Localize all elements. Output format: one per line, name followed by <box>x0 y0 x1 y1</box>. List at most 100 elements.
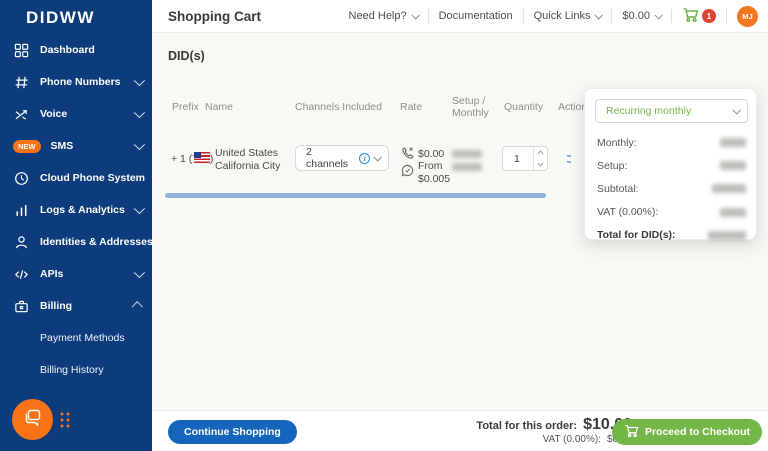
phone-system-icon <box>13 170 30 187</box>
sidebar-item-billing-history[interactable]: Billing History <box>0 354 152 386</box>
subtotal-amount-redacted <box>712 184 746 193</box>
billing-period-select[interactable]: Recurring monthly <box>595 99 748 123</box>
chat-bubbles-icon <box>23 407 43 432</box>
sidebar-item-sms[interactable]: NEW SMS <box>0 130 152 162</box>
sidebar-item-voice[interactable]: Voice <box>0 98 152 130</box>
checkout-label: Proceed to Checkout <box>645 426 750 438</box>
balance-value: $0.00 <box>622 10 650 22</box>
billing-period-value: Recurring monthly <box>606 105 691 117</box>
summary-rows: Monthly: Setup: Subtotal: VAT (0.00%): T… <box>585 131 758 247</box>
hash-icon <box>13 74 30 91</box>
sidebar-item-cloud-phone-system[interactable]: Cloud Phone System <box>0 162 152 194</box>
chat-drag-handle[interactable] <box>59 411 71 429</box>
shopping-cart-page: DIDWW Dashboard Phone Numbers Voice <box>0 0 768 451</box>
info-icon[interactable]: i <box>359 153 370 164</box>
channels-select[interactable]: 2 channels i <box>295 145 389 171</box>
divider <box>428 9 429 23</box>
balance-menu[interactable]: $0.00 <box>622 10 661 22</box>
vat-amount-redacted <box>720 208 746 217</box>
did-country: United States <box>215 147 280 160</box>
actions-partial-icon[interactable] <box>565 153 573 171</box>
sidebar-item-label: SMS <box>51 140 74 152</box>
continue-shopping-button[interactable]: Continue Shopping <box>168 420 297 444</box>
setup-value-redacted <box>452 150 482 158</box>
setup-label: Setup: <box>597 160 627 172</box>
summary-row-setup: Setup: <box>585 154 758 177</box>
summary-row-total: Total for DID(s): <box>585 224 758 247</box>
proceed-to-checkout-button[interactable]: Proceed to Checkout <box>612 419 762 445</box>
cart-icon <box>682 7 699 26</box>
dashboard-icon <box>13 42 30 59</box>
sidebar-item-label: APIs <box>40 268 63 280</box>
cart-button[interactable]: 1 <box>682 7 716 26</box>
did-city: California City <box>215 160 280 173</box>
order-totals: Total for this order: $10.00 VAT (0.00%)… <box>476 416 632 445</box>
vat-label: VAT (0.00%): <box>597 206 658 218</box>
quantity-up-button[interactable] <box>534 147 547 159</box>
summary-row-vat: VAT (0.00%): <box>585 201 758 224</box>
quantity-value: 1 <box>503 147 533 170</box>
setup-amount-redacted <box>720 161 746 170</box>
divider <box>523 9 524 23</box>
quantity-down-button[interactable] <box>534 159 547 171</box>
sms-rate: From $0.005 <box>418 160 450 186</box>
bar-chart-icon <box>13 202 30 219</box>
documentation-label: Documentation <box>439 10 513 22</box>
chevron-down-icon <box>134 267 145 278</box>
cart-count-badge: 1 <box>702 9 716 23</box>
column-header-prefix: Prefix <box>172 101 199 113</box>
sidebar-subitem-label: Billing History <box>40 364 104 376</box>
monthly-value-redacted <box>452 163 482 171</box>
summary-row-subtotal: Subtotal: <box>585 177 758 200</box>
sidebar-item-identities-addresses[interactable]: Identities & Addresses <box>0 226 152 258</box>
sidebar-item-dashboard[interactable]: Dashboard <box>0 34 152 66</box>
quantity-stepper[interactable]: 1 <box>502 146 548 171</box>
sidebar-item-logs-analytics[interactable]: Logs & Analytics <box>0 194 152 226</box>
top-bar: Shopping Cart Need Help? Documentation Q… <box>152 0 768 33</box>
sidebar-subitem-label: Payment Methods <box>40 332 125 344</box>
chevron-down-icon <box>732 106 740 114</box>
chevron-down-icon <box>374 153 382 161</box>
sidebar-item-payment-methods[interactable]: Payment Methods <box>0 322 152 354</box>
voice-routes-icon <box>13 106 30 123</box>
column-header-rate: Rate <box>400 101 422 113</box>
chevron-down-icon <box>654 11 662 19</box>
order-total-label: Total for this order: <box>476 420 577 432</box>
user-avatar[interactable]: MJ <box>737 6 758 27</box>
sidebar-item-apis[interactable]: APIs <box>0 258 152 290</box>
section-title-dids: DID(s) <box>168 49 205 63</box>
horizontal-scrollbar[interactable] <box>165 193 546 198</box>
sidebar-item-phone-numbers[interactable]: Phone Numbers <box>0 66 152 98</box>
sidebar-item-label: Dashboard <box>40 44 95 56</box>
need-help-menu[interactable]: Need Help? <box>349 10 418 22</box>
briefcase-icon <box>13 298 30 315</box>
footer-bar: Continue Shopping Total for this order: … <box>152 410 768 451</box>
need-help-label: Need Help? <box>349 10 407 22</box>
sidebar-item-billing[interactable]: Billing <box>0 290 152 322</box>
column-header-name: Name <box>205 101 233 113</box>
didww-logo: DIDWW <box>26 8 95 28</box>
us-flag-icon <box>194 152 210 163</box>
chevron-down-icon <box>134 203 145 214</box>
quantity-arrows <box>533 147 547 170</box>
total-amount-redacted <box>708 231 746 240</box>
sidebar-item-label: Phone Numbers <box>40 76 121 88</box>
column-header-channels: Channels Included <box>295 101 382 113</box>
footer-vat-label: VAT (0.00%): <box>543 434 601 445</box>
sidebar-item-label: Cloud Phone System <box>40 172 145 184</box>
sms-rate-from: From <box>418 160 450 173</box>
chevron-down-icon <box>134 139 145 150</box>
sidebar-item-label: Voice <box>40 108 67 120</box>
divider <box>611 9 612 23</box>
sidebar-nav: Dashboard Phone Numbers Voice NEW SMS <box>0 34 152 386</box>
code-icon <box>13 266 30 283</box>
channels-value: 2 channels <box>306 146 355 170</box>
top-nav: Need Help? Documentation Quick Links $0.… <box>349 6 768 27</box>
documentation-link[interactable]: Documentation <box>439 10 513 22</box>
chevron-down-icon <box>134 107 145 118</box>
sms-rate-value: $0.005 <box>418 173 450 186</box>
sidebar: DIDWW Dashboard Phone Numbers Voice <box>0 0 152 451</box>
cart-icon <box>624 424 639 441</box>
chat-button[interactable] <box>12 399 53 440</box>
quick-links-menu[interactable]: Quick Links <box>534 10 602 22</box>
